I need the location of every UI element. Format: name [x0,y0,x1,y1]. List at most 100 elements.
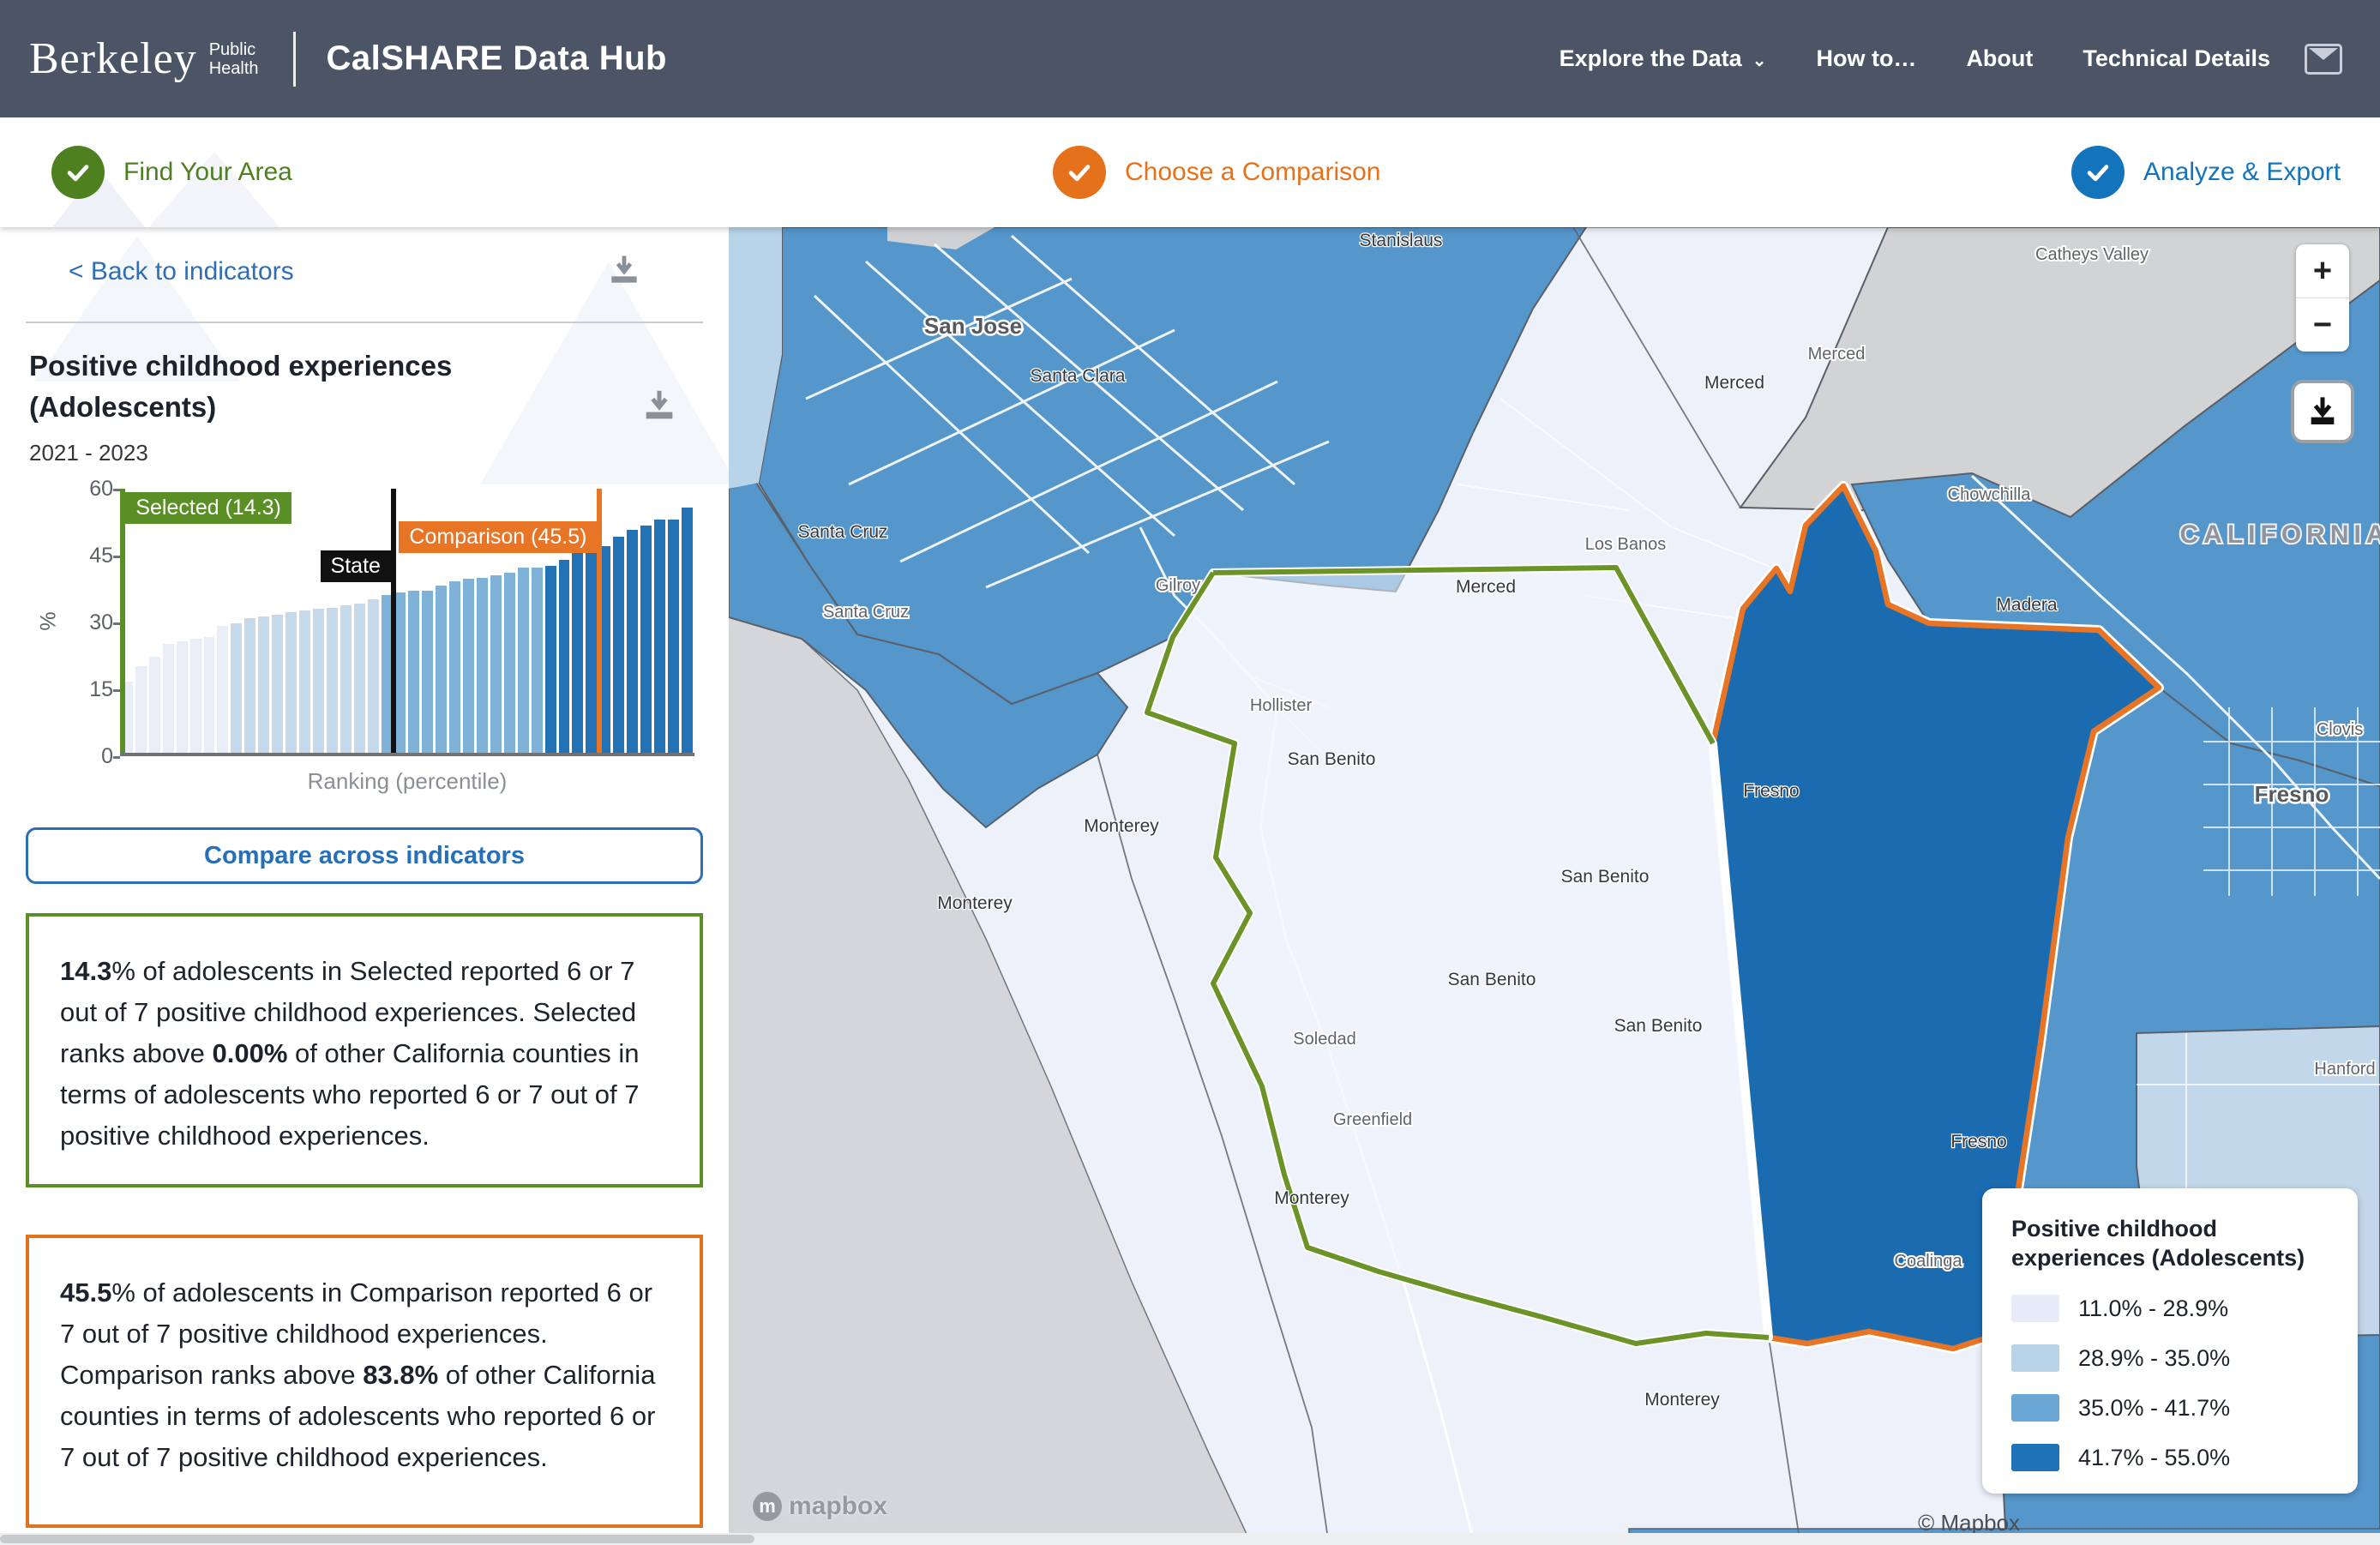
step-choose-a-comparison[interactable]: Choose a Comparison [1053,117,1381,227]
county-bar[interactable] [272,615,283,753]
legend-swatch [2011,1394,2059,1422]
county-bar[interactable] [190,639,201,753]
map-label-monterey: Monterey [1084,816,1159,836]
map-label-catheys-valley: Catheys Valley [2035,245,2149,264]
step-find-your-area[interactable]: Find Your Area [51,117,292,227]
zoom-in-button[interactable]: + [2296,244,2349,298]
county-bar[interactable] [682,508,693,753]
legend-range-label: 11.0% - 28.9% [2078,1296,2228,1322]
selected-value: 14.3 [60,956,111,986]
county-bar[interactable] [149,657,160,753]
map-label-merced: Merced [1808,345,1866,364]
county-bar[interactable] [668,520,679,753]
nav-item-about[interactable]: About [1966,45,2033,72]
ranking-chart: % Selected (14.3)StateComparison (45.5) … [0,489,729,797]
map-label-madera: Madera [1996,595,2058,615]
selected-marker-line [120,489,125,753]
county-bar[interactable] [204,637,215,753]
county-bar[interactable] [504,573,515,753]
download-map-icon [2305,394,2340,429]
county-bar[interactable] [586,551,597,753]
y-tick-mark [113,489,120,491]
y-tick-mark [113,556,120,558]
map-label-san-jose: San Jose [924,313,1022,339]
y-tick-label: 60 [62,477,113,502]
selected-marker-badge: Selected (14.3) [125,492,291,524]
berkeley-public-health-logo[interactable]: Berkeley Public Health [29,33,259,84]
horizontal-scrollbar[interactable] [0,1533,2380,1545]
chevron-down-icon: ⌄ [1752,50,1767,71]
county-bar[interactable] [463,579,474,753]
map-label-stanislaus: Stanislaus [1360,231,1443,250]
county-bar[interactable] [408,591,419,753]
main-nav: Explore the Data⌄ How to… About Technical D… [1560,45,2270,72]
county-bar[interactable] [135,666,147,753]
choropleth-map[interactable]: StanislausSan JoseSanta ClaraMercedMerce… [729,227,2380,1545]
county-bar[interactable] [299,610,310,753]
map-download-button[interactable] [2291,380,2354,443]
county-bar[interactable] [449,581,460,753]
chart-plot: Selected (14.3)StateComparison (45.5) [120,489,694,756]
county-bar[interactable] [244,618,255,753]
state-marker-badge: State [321,550,391,582]
mail-icon[interactable] [2305,44,2342,75]
county-bar[interactable] [613,537,624,753]
county-bar[interactable] [640,526,652,753]
y-axis-label: % [37,611,62,630]
county-bar[interactable] [518,568,529,753]
back-to-indicators-link[interactable]: < Back to indicators [69,257,294,286]
county-bar[interactable] [231,623,242,753]
county-bar[interactable] [327,608,338,753]
map-label-california: CALIFORNIA [2180,520,2380,549]
check-circle-icon [2071,146,2125,199]
county-bar[interactable] [217,626,228,753]
map-label-coalinga: Coalinga [1895,1252,1963,1271]
nav-item-how-to-[interactable]: How to… [1816,45,1916,72]
county-bar[interactable] [477,578,488,753]
county-bar[interactable] [559,560,570,753]
y-tick-label: 0 [62,744,113,769]
y-tick-mark [113,689,120,692]
scrollbar-thumb[interactable] [0,1535,754,1543]
county-bar[interactable] [285,612,297,753]
map-label-san-benito: San Benito [1448,970,1536,989]
county-bar[interactable] [354,604,365,753]
county-bar[interactable] [313,609,324,753]
map-label-chowchilla: Chowchilla [1948,485,2032,504]
y-tick-label: 15 [62,677,113,702]
legend-swatch [2011,1344,2059,1372]
mapbox-logo[interactable]: m mapbox [753,1492,887,1521]
selected-summary-box: 14.3% of adolescents in Selected reporte… [26,913,703,1187]
comparison-marker-line [597,489,602,753]
map-label-monterey: Monterey [1644,1390,1720,1410]
county-bar[interactable] [394,592,406,753]
county-bar[interactable] [532,568,543,753]
county-bar[interactable] [654,520,665,753]
zoom-out-button[interactable]: − [2296,298,2349,352]
county-bar[interactable] [258,616,269,753]
county-bar[interactable] [572,552,583,753]
x-axis-label: Ranking (percentile) [120,768,694,795]
county-bar[interactable] [340,605,352,753]
county-bar[interactable] [163,644,174,753]
map-label-hanford: Hanford [2314,1060,2375,1079]
legend-range-label: 28.9% - 35.0% [2078,1345,2230,1372]
download-chart-icon[interactable] [640,386,679,425]
legend-row: 41.7% - 55.0% [2011,1444,2329,1471]
legend-range-label: 41.7% - 55.0% [2078,1445,2230,1471]
county-bar[interactable] [436,586,447,753]
county-bar[interactable] [545,566,556,753]
compare-across-indicators-button[interactable]: Compare across indicators [26,827,703,884]
step-analyze-export[interactable]: Analyze & Export [2071,117,2341,227]
nav-item-explore-the-data[interactable]: Explore the Data⌄ [1560,45,1767,72]
nav-item-technical-details[interactable]: Technical Details [2082,45,2270,72]
map-label-santa-cruz: Santa Cruz [797,522,887,542]
map-label-merced: Merced [1456,577,1516,597]
county-bar[interactable] [490,575,502,753]
county-bar[interactable] [368,599,379,753]
county-bar[interactable] [627,530,638,753]
download-icon[interactable] [605,251,643,289]
public-health-label: Public Health [209,40,259,78]
county-bar[interactable] [422,591,433,753]
county-bar[interactable] [177,641,188,753]
